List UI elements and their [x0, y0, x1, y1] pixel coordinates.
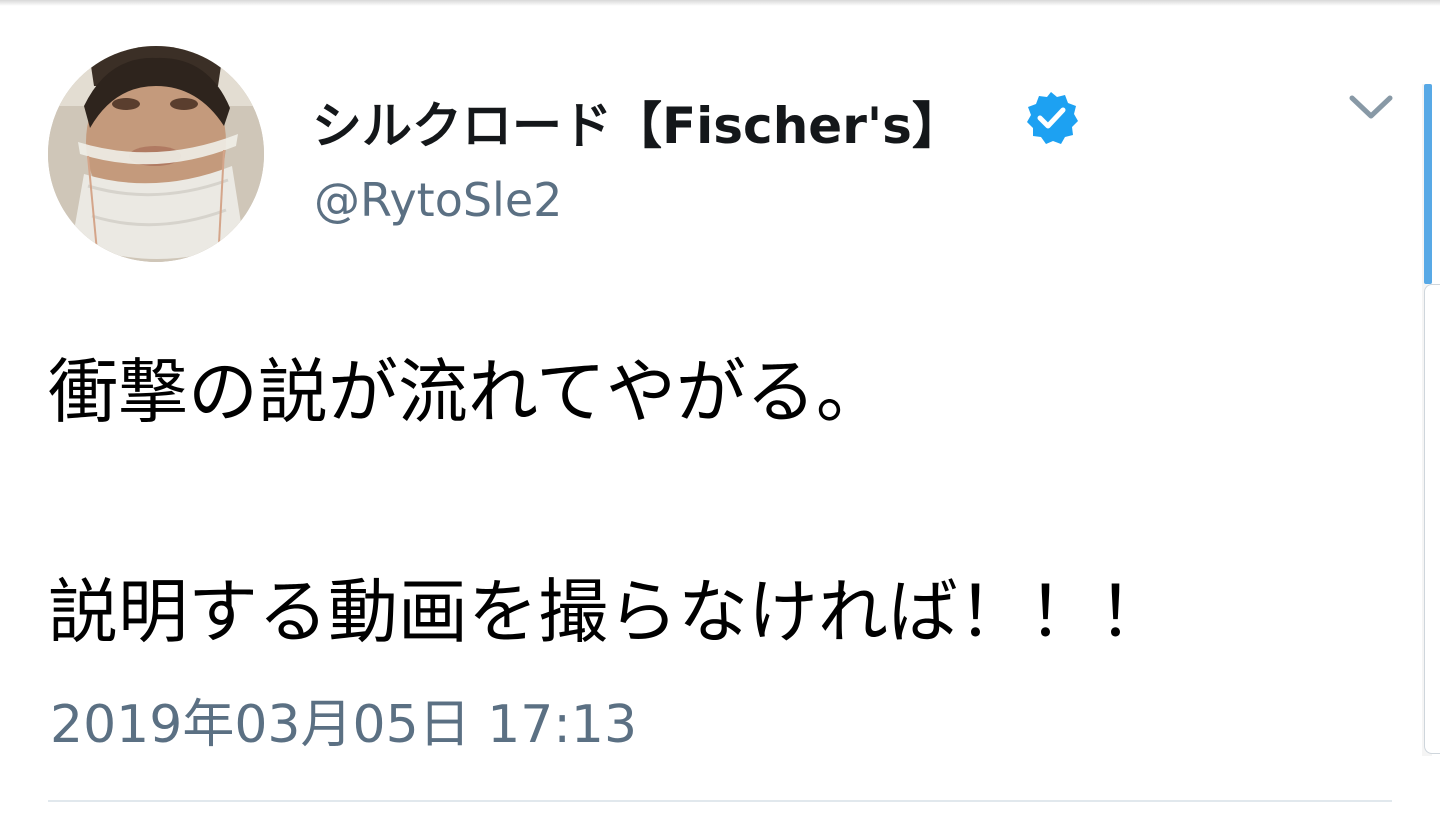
tweet-card: シルクロード【Fischer's】 @RytoSle2 衝撃の説が流れてやがる。…: [0, 0, 1440, 813]
display-name[interactable]: シルクロード【Fischer's】: [312, 86, 962, 158]
scrollbar-accent: [1424, 84, 1432, 284]
user-handle[interactable]: @RytoSle2: [314, 173, 562, 227]
scrollbar-thumb[interactable]: [1424, 284, 1440, 754]
chevron-down-icon[interactable]: [1348, 92, 1394, 122]
avatar[interactable]: [48, 46, 264, 262]
tweet-timestamp[interactable]: 2019年03月05日 17:13: [50, 682, 637, 757]
tweet-text-line1: 衝撃の説が流れてやがる。: [48, 351, 886, 433]
verified-badge-icon: [1027, 92, 1078, 144]
tweet-text-line2: 説明する動画を撮らなければ！！！: [48, 571, 1168, 653]
divider: [48, 800, 1392, 802]
